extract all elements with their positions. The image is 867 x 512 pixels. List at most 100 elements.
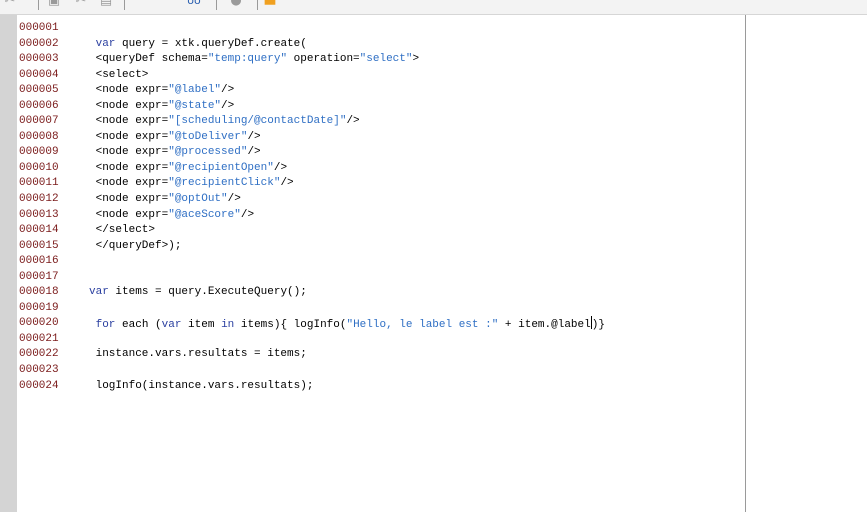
line-number: 000006 xyxy=(19,99,59,112)
string-token: "@label" xyxy=(168,84,222,97)
line-number: 000004 xyxy=(19,68,59,81)
color-icon[interactable]: ■ xyxy=(262,0,278,7)
code-text: <node expr="@processed"/> xyxy=(89,145,261,161)
code-token: items = query.ExecuteQuery(); xyxy=(108,286,307,299)
code-token: /> xyxy=(240,208,255,221)
help-icon[interactable]: ● xyxy=(228,0,244,8)
code-token: each ( xyxy=(115,319,162,332)
code-text: logInfo(instance.vars.resultats); xyxy=(89,379,314,395)
toolbar-separator xyxy=(124,0,125,10)
code-token: /> xyxy=(247,130,261,143)
line-number: 000010 xyxy=(19,161,59,174)
code-token: /> xyxy=(227,193,241,206)
line-number: 000018 xyxy=(19,286,59,299)
code-text: <node expr="@recipientOpen"/> xyxy=(89,161,287,177)
line-number: 000023 xyxy=(19,364,59,377)
code-token: <node expr= xyxy=(89,146,169,159)
code-text: <node expr="@toDeliver"/> xyxy=(89,130,261,146)
line-number: 000011 xyxy=(19,177,59,190)
code-token: <node expr= xyxy=(89,115,169,128)
code-token: /> xyxy=(280,177,294,190)
code-token: <node expr= xyxy=(89,84,169,97)
print-margin-line xyxy=(745,15,746,512)
code-token: /> xyxy=(221,99,235,112)
line-number: 000014 xyxy=(19,224,59,237)
code-token: <queryDef schema= xyxy=(89,53,208,66)
keyword-token: var xyxy=(161,319,182,332)
toolbar-separator xyxy=(257,0,258,10)
code-token: > xyxy=(412,53,420,66)
code-token: /> xyxy=(247,146,261,159)
editor-gutter xyxy=(0,15,17,512)
code-token: </select> xyxy=(89,224,156,237)
code-text: <node expr="@state"/> xyxy=(89,99,235,115)
string-token: "@toDeliver" xyxy=(168,130,248,143)
line-number: 000009 xyxy=(19,146,59,159)
code-text: <node expr="@aceScore"/> xyxy=(89,208,254,224)
string-token: "Hello, le label est :" xyxy=(346,319,499,332)
code-token: <node expr= xyxy=(89,208,169,221)
code-token: + item.@label xyxy=(498,319,591,332)
code-token: item xyxy=(181,319,222,332)
code-token: /> xyxy=(346,115,360,128)
code-token: <node expr= xyxy=(89,161,169,174)
line-number: 000005 xyxy=(19,84,59,97)
code-token: operation= xyxy=(287,53,360,66)
find-icon[interactable]: oo xyxy=(184,0,204,8)
cut-icon-2[interactable]: ✂ xyxy=(73,0,89,8)
line-number: 000003 xyxy=(19,53,59,66)
editor-toolbar: ✂ ▣ ✂ ▤ oo ● ■ xyxy=(0,0,867,15)
code-text: </queryDef>); xyxy=(89,239,182,255)
string-token: "@optOut" xyxy=(168,193,228,206)
line-number: 000002 xyxy=(19,37,59,50)
code-token: query = xtk.queryDef.create( xyxy=(115,37,307,50)
keyword-token: var xyxy=(95,37,116,50)
code-text: <select> xyxy=(89,68,149,84)
string-token: "@state" xyxy=(168,99,222,112)
code-token: <node expr= xyxy=(89,99,169,112)
string-token: "@processed" xyxy=(168,146,248,159)
code-token: <select> xyxy=(89,68,149,81)
code-text: var items = query.ExecuteQuery(); xyxy=(89,285,307,301)
cut-icon[interactable]: ✂ xyxy=(2,0,18,8)
code-text: var query = xtk.queryDef.create( xyxy=(89,37,307,53)
code-text: <node expr="[scheduling/@contactDate]"/> xyxy=(89,114,360,130)
keyword-token: in xyxy=(221,319,235,332)
paste-icon[interactable]: ▣ xyxy=(46,0,62,8)
string-token: "[scheduling/@contactDate]" xyxy=(168,115,347,128)
line-number: 000008 xyxy=(19,130,59,143)
code-token: )} xyxy=(591,319,605,332)
toolbar-separator xyxy=(216,0,217,10)
copy-icon[interactable]: ▤ xyxy=(98,0,114,8)
code-text: <node expr="@recipientClick"/> xyxy=(89,176,294,192)
code-token: instance.vars.resultats = items; xyxy=(89,348,307,361)
code-token: /> xyxy=(273,161,288,174)
code-token: /> xyxy=(221,84,235,97)
string-token: "@recipientClick" xyxy=(168,177,281,190)
code-text: instance.vars.resultats = items; xyxy=(89,347,307,363)
line-number: 000001 xyxy=(19,22,59,34)
line-number: 000020 xyxy=(19,317,59,330)
keyword-token: var xyxy=(89,286,109,299)
code-editor[interactable]: 000001 000002 var query = xtk.queryDef.cr… xyxy=(17,15,867,512)
string-token: "temp:query" xyxy=(207,53,288,66)
code-text: <node expr="@label"/> xyxy=(89,83,235,99)
line-number: 000022 xyxy=(19,348,59,361)
line-number: 000019 xyxy=(19,301,59,314)
line-number: 000016 xyxy=(19,255,59,268)
code-token: </queryDef>); xyxy=(89,239,182,252)
code-token: logInfo(instance.vars.resultats); xyxy=(89,379,314,392)
code-token: items){ logInfo( xyxy=(234,319,347,332)
line-number: 000015 xyxy=(19,239,59,252)
code-text: <queryDef schema="temp:query" operation=… xyxy=(89,52,420,68)
line-number: 000013 xyxy=(19,208,59,221)
line-number: 000024 xyxy=(19,379,59,392)
code-token: <node expr= xyxy=(89,130,169,143)
keyword-token: for xyxy=(95,319,116,332)
string-token: "select" xyxy=(359,53,413,66)
line-number: 000007 xyxy=(19,115,59,128)
code-text: <node expr="@optOut"/> xyxy=(89,192,241,208)
code-text: for each (var item in items){ logInfo("H… xyxy=(89,316,605,334)
